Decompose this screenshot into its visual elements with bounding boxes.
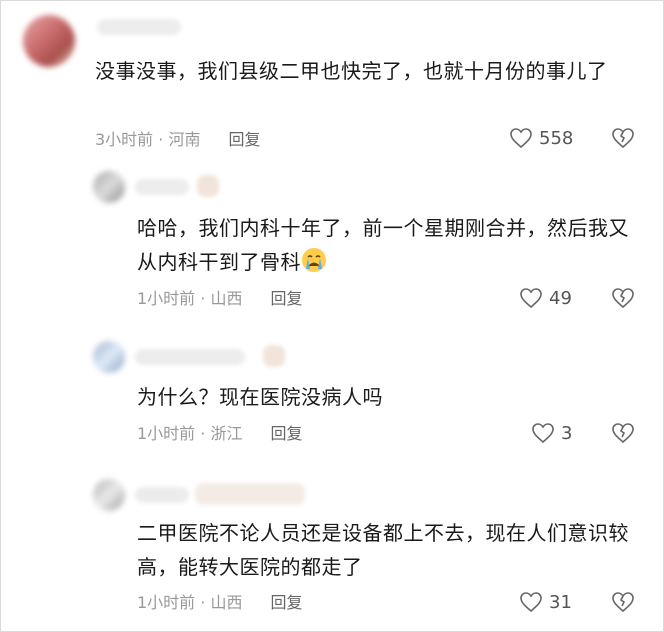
comment-time: 3小时前 [95,130,154,149]
like-count: 3 [561,422,573,444]
comment-meta: 1小时前 · 山西 回复 [137,593,302,613]
username-blurred-extra [197,175,219,197]
like-button[interactable]: 31 [519,591,572,613]
heart-icon [520,288,542,309]
comment-meta: 3小时前 · 河南 回复 [95,130,260,150]
dislike-button[interactable] [611,127,635,153]
dislike-button[interactable] [611,287,635,313]
comment-location: 山西 [210,289,243,308]
comment-text: 为什么？现在医院没病人吗 [137,385,383,409]
username-blurred[interactable] [135,179,189,195]
comment-location: 河南 [168,130,201,149]
heart-icon [510,128,532,149]
avatar[interactable] [23,15,75,67]
like-count: 31 [549,591,572,613]
meta-separator: · [153,130,169,149]
reply-button[interactable]: 回复 [270,593,302,612]
dislike-button[interactable] [611,422,635,448]
comment-text: 没事没事，我们县级二甲也快完了，也就十月份的事儿了 [95,59,608,83]
like-button[interactable]: 3 [531,422,572,444]
username-blurred-extra [195,483,305,505]
avatar[interactable] [93,171,125,203]
username-blurred[interactable] [97,19,181,35]
meta-separator: · [195,593,211,612]
comment-thread: 没事没事，我们县级二甲也快完了，也就十月份的事儿了 3小时前 · 河南 回复 55… [0,0,664,632]
comment-text: 哈哈，我们内科十年了，前一个星期刚合并，然后我又从内科干到了骨科 [137,216,629,274]
comment-text: 二甲医院不论人员还是设备都上不去，现在人们意识较高，能转大医院的都走了 [137,521,629,579]
broken-heart-icon [612,592,634,613]
heart-icon [532,423,554,444]
dislike-button[interactable] [611,591,635,617]
comment-time: 1小时前 [137,289,196,308]
comment-meta: 1小时前 · 浙江 回复 [137,424,302,444]
comment-location: 山西 [210,593,243,612]
broken-heart-icon [612,288,634,309]
comment-meta: 1小时前 · 山西 回复 [137,289,302,309]
avatar[interactable] [93,479,125,511]
meta-separator: · [195,424,211,443]
like-count: 558 [539,127,574,149]
reply-button[interactable]: 回复 [228,130,260,149]
username-blurred[interactable] [135,487,189,503]
avatar[interactable] [93,341,125,373]
reply-button[interactable]: 回复 [270,289,302,308]
broken-heart-icon [612,128,634,149]
comment-location: 浙江 [210,424,243,443]
heart-icon [520,592,542,613]
broken-heart-icon [612,423,634,444]
username-blurred[interactable] [135,349,245,365]
meta-separator: · [195,289,211,308]
crying-face-icon [302,248,326,272]
like-button[interactable]: 558 [509,127,573,149]
comment-time: 1小时前 [137,424,196,443]
comment-time: 1小时前 [137,593,196,612]
like-button[interactable]: 49 [519,287,572,309]
username-blurred-extra [263,345,285,367]
like-count: 49 [549,287,572,309]
reply-button[interactable]: 回复 [270,424,302,443]
